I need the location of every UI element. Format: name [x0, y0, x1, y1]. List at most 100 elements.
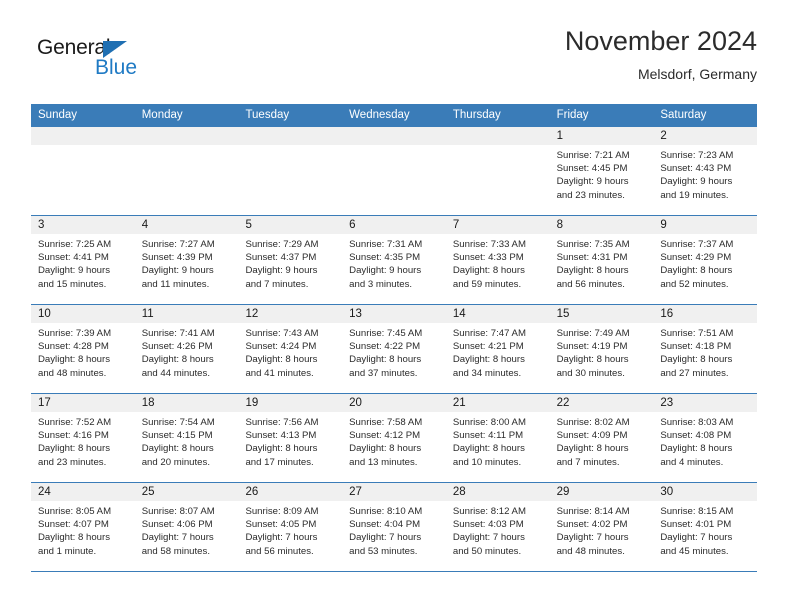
daylight-text-line2: and 56 minutes. [556, 278, 625, 290]
week-row: 10 Sunrise: 7:39 AM Sunset: 4:28 PM Dayl… [31, 305, 758, 394]
daylight-text-line2: and 4 minutes. [660, 456, 724, 468]
day-cell[interactable]: 16 Sunrise: 7:51 AM Sunset: 4:18 PM Dayl… [653, 305, 758, 393]
day-cell[interactable]: 21 Sunrise: 8:00 AM Sunset: 4:11 PM Dayl… [445, 394, 550, 482]
day-cell[interactable]: 3 Sunrise: 7:25 AM Sunset: 4:41 PM Dayli… [31, 216, 135, 304]
daylight-text-line2: and 52 minutes. [660, 278, 729, 290]
sunset-text: Sunset: 4:39 PM [141, 252, 213, 264]
day-info: Sunrise: 7:49 AM Sunset: 4:19 PM Dayligh… [550, 323, 654, 380]
day-info: Sunrise: 7:21 AM Sunset: 4:45 PM Dayligh… [550, 145, 654, 202]
sunset-text: Sunset: 4:16 PM [38, 430, 109, 442]
day-cell[interactable]: 5 Sunrise: 7:29 AM Sunset: 4:37 PM Dayli… [238, 216, 343, 304]
daylight-text-line2: and 10 minutes. [452, 456, 522, 468]
daylight-text-line1: Daylight: 7 hours [141, 532, 214, 544]
day-cell[interactable]: 18 Sunrise: 7:54 AM Sunset: 4:15 PM Dayl… [134, 394, 239, 482]
day-number: 11 [134, 305, 239, 323]
sunset-text: Sunset: 4:02 PM [556, 519, 628, 531]
daylight-text-line2: and 56 minutes. [245, 545, 314, 557]
sunset-text: Sunset: 4:26 PM [141, 341, 213, 353]
weekday-thursday: Thursday [452, 109, 501, 121]
daylight-text-line2: and 48 minutes. [556, 545, 625, 557]
weekday-header-row: Sunday Monday Tuesday Wednesday Thursday… [31, 104, 757, 127]
sunset-text: Sunset: 4:15 PM [141, 430, 213, 442]
day-cell[interactable]: 1 Sunrise: 7:21 AM Sunset: 4:45 PM Dayli… [549, 127, 654, 215]
page-header: General Blue November 2024 Melsdorf, Ger… [31, 24, 757, 100]
day-info: Sunrise: 8:07 AM Sunset: 4:06 PM Dayligh… [135, 501, 239, 558]
day-number: 8 [549, 216, 654, 234]
day-number [238, 127, 343, 145]
day-cell[interactable]: 7 Sunrise: 7:33 AM Sunset: 4:33 PM Dayli… [445, 216, 550, 304]
day-cell[interactable]: 4 Sunrise: 7:27 AM Sunset: 4:39 PM Dayli… [134, 216, 239, 304]
day-cell[interactable]: 8 Sunrise: 7:35 AM Sunset: 4:31 PM Dayli… [549, 216, 654, 304]
day-info: Sunrise: 7:23 AM Sunset: 4:43 PM Dayligh… [653, 145, 757, 202]
sunrise-text: Sunrise: 7:33 AM [452, 239, 526, 250]
day-number: 28 [445, 483, 550, 501]
day-info: Sunrise: 7:27 AM Sunset: 4:39 PM Dayligh… [135, 234, 239, 291]
daylight-text-line1: Daylight: 8 hours [452, 265, 525, 277]
sunrise-text: Sunrise: 7:45 AM [349, 328, 423, 339]
daylight-text-line1: Daylight: 8 hours [556, 443, 629, 455]
day-number: 17 [31, 394, 135, 412]
daylight-text-line2: and 13 minutes. [349, 456, 418, 468]
sunrise-text: Sunrise: 7:31 AM [349, 239, 423, 250]
sunset-text: Sunset: 4:21 PM [452, 341, 524, 353]
general-blue-logo[interactable]: General Blue [37, 36, 157, 84]
day-cell[interactable]: 15 Sunrise: 7:49 AM Sunset: 4:19 PM Dayl… [549, 305, 654, 393]
sunset-text: Sunset: 4:45 PM [556, 163, 628, 175]
day-cell[interactable]: 26 Sunrise: 8:09 AM Sunset: 4:05 PM Dayl… [238, 483, 343, 571]
day-number: 15 [549, 305, 654, 323]
daylight-text-line1: Daylight: 9 hours [349, 265, 422, 277]
day-cell[interactable]: 24 Sunrise: 8:05 AM Sunset: 4:07 PM Dayl… [31, 483, 135, 571]
daylight-text-line1: Daylight: 8 hours [245, 354, 318, 366]
daylight-text-line1: Daylight: 9 hours [556, 176, 629, 188]
day-cell[interactable]: 17 Sunrise: 7:52 AM Sunset: 4:16 PM Dayl… [31, 394, 135, 482]
day-cell[interactable]: 25 Sunrise: 8:07 AM Sunset: 4:06 PM Dayl… [134, 483, 239, 571]
weekday-tuesday: Tuesday [245, 109, 290, 121]
daylight-text-line1: Daylight: 9 hours [141, 265, 214, 277]
sunrise-text: Sunrise: 7:27 AM [141, 239, 215, 250]
sunrise-text: Sunrise: 7:43 AM [245, 328, 319, 339]
sunset-text: Sunset: 4:41 PM [38, 252, 109, 264]
day-info: Sunrise: 8:10 AM Sunset: 4:04 PM Dayligh… [342, 501, 446, 558]
sunset-text: Sunset: 4:06 PM [141, 519, 213, 531]
day-number: 2 [653, 127, 758, 145]
daylight-text-line2: and 50 minutes. [452, 545, 522, 557]
daylight-text-line1: Daylight: 8 hours [141, 354, 214, 366]
daylight-text-line2: and 15 minutes. [38, 278, 107, 290]
day-cell[interactable]: 23 Sunrise: 8:03 AM Sunset: 4:08 PM Dayl… [653, 394, 758, 482]
day-cell[interactable]: 14 Sunrise: 7:47 AM Sunset: 4:21 PM Dayl… [445, 305, 550, 393]
sunset-text: Sunset: 4:22 PM [349, 341, 421, 353]
day-cell[interactable]: 27 Sunrise: 8:10 AM Sunset: 4:04 PM Dayl… [342, 483, 446, 571]
weekday-saturday: Saturday [660, 109, 707, 121]
daylight-text-line2: and 7 minutes. [245, 278, 309, 290]
week-row: 1 Sunrise: 7:21 AM Sunset: 4:45 PM Dayli… [31, 127, 758, 216]
day-cell[interactable]: 28 Sunrise: 8:12 AM Sunset: 4:03 PM Dayl… [445, 483, 550, 571]
sunset-text: Sunset: 4:28 PM [38, 341, 109, 353]
daylight-text-line2: and 30 minutes. [556, 367, 625, 379]
day-cell[interactable]: 12 Sunrise: 7:43 AM Sunset: 4:24 PM Dayl… [238, 305, 343, 393]
day-cell[interactable]: 19 Sunrise: 7:56 AM Sunset: 4:13 PM Dayl… [238, 394, 343, 482]
day-cell[interactable]: 2 Sunrise: 7:23 AM Sunset: 4:43 PM Dayli… [653, 127, 758, 215]
sunrise-text: Sunrise: 7:21 AM [556, 150, 630, 161]
day-cell[interactable]: 22 Sunrise: 8:02 AM Sunset: 4:09 PM Dayl… [549, 394, 654, 482]
day-info: Sunrise: 7:33 AM Sunset: 4:33 PM Dayligh… [446, 234, 550, 291]
day-number [31, 127, 135, 145]
day-cell[interactable]: 30 Sunrise: 8:15 AM Sunset: 4:01 PM Dayl… [653, 483, 758, 571]
day-cell[interactable]: 10 Sunrise: 7:39 AM Sunset: 4:28 PM Dayl… [31, 305, 135, 393]
daylight-text-line1: Daylight: 8 hours [38, 354, 110, 366]
sunrise-text: Sunrise: 8:09 AM [245, 506, 319, 517]
sunrise-text: Sunrise: 8:02 AM [556, 417, 630, 428]
day-cell[interactable]: 13 Sunrise: 7:45 AM Sunset: 4:22 PM Dayl… [342, 305, 446, 393]
day-cell[interactable]: 11 Sunrise: 7:41 AM Sunset: 4:26 PM Dayl… [134, 305, 239, 393]
daylight-text-line1: Daylight: 8 hours [349, 443, 422, 455]
day-cell[interactable]: 20 Sunrise: 7:58 AM Sunset: 4:12 PM Dayl… [342, 394, 446, 482]
day-cell[interactable]: 29 Sunrise: 8:14 AM Sunset: 4:02 PM Dayl… [549, 483, 654, 571]
day-cell[interactable]: 9 Sunrise: 7:37 AM Sunset: 4:29 PM Dayli… [653, 216, 758, 304]
day-number: 20 [342, 394, 446, 412]
day-cell[interactable]: 6 Sunrise: 7:31 AM Sunset: 4:35 PM Dayli… [342, 216, 446, 304]
day-number: 21 [445, 394, 550, 412]
calendar-page: General Blue November 2024 Melsdorf, Ger… [0, 0, 792, 612]
sunrise-text: Sunrise: 8:12 AM [452, 506, 526, 517]
daylight-text-line2: and 23 minutes. [556, 189, 625, 201]
day-number: 7 [445, 216, 550, 234]
daylight-text-line2: and 27 minutes. [660, 367, 729, 379]
